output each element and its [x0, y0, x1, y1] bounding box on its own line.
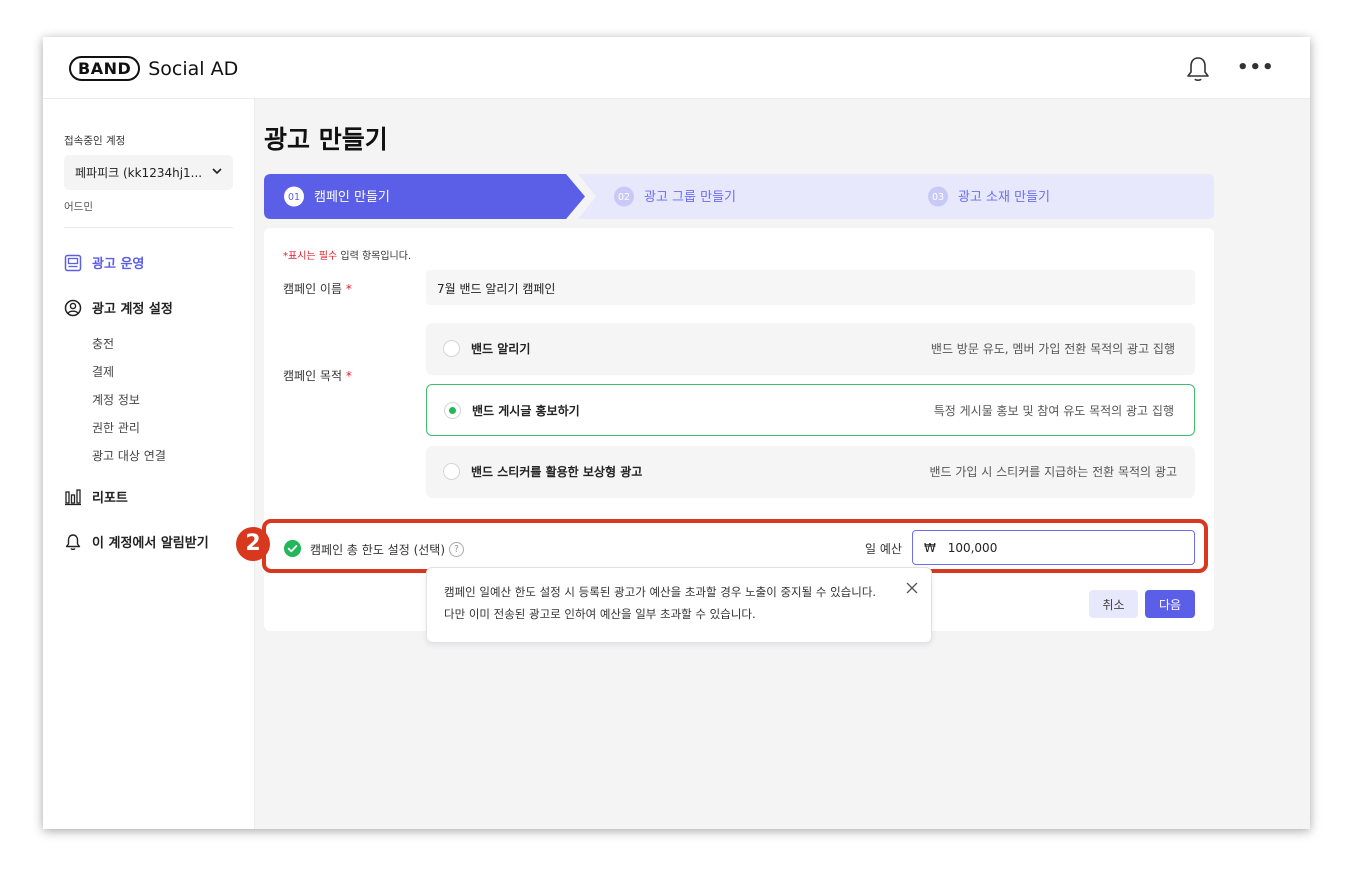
sidebar-subitem-payment[interactable]: 결제 — [92, 363, 114, 380]
notification-bell-icon[interactable] — [1185, 55, 1211, 83]
sidebar-item-notifications[interactable]: 이 계정에서 알림받기 — [64, 532, 209, 551]
sidebar-item-label: 리포트 — [92, 491, 128, 506]
campaign-objective-label: 캠페인 목적 * — [283, 367, 352, 384]
option-description: 특정 게시물 홍보 및 참여 유도 목적의 광고 집행 — [933, 404, 1174, 418]
option-title: 밴드 스티커를 활용한 보상형 광고 — [471, 465, 643, 479]
chevron-down-icon — [212, 168, 222, 175]
page-title: 광고 만들기 — [264, 125, 388, 154]
campaign-name-input[interactable]: 7월 밴드 알리기 캠페인 — [426, 270, 1195, 305]
option-title: 밴드 게시글 홍보하기 — [472, 404, 580, 418]
bar-chart-icon — [65, 488, 81, 505]
close-icon[interactable] — [905, 581, 919, 595]
required-note-highlight: *표시는 필수 — [283, 251, 338, 262]
objective-option-post-promotion[interactable]: 밴드 게시글 홍보하기 특정 게시물 홍보 및 참여 유도 목적의 광고 집행 — [426, 384, 1195, 436]
sidebar-item-report[interactable]: 리포트 — [64, 487, 128, 506]
sidebar-item-account-settings[interactable]: 광고 계정 설정 — [64, 298, 173, 317]
step-01-background — [264, 174, 585, 219]
sidebar-subitem-ad-target[interactable]: 광고 대상 연결 — [92, 447, 166, 464]
sidebar-item-label: 이 계정에서 알림받기 — [92, 536, 209, 551]
sidebar-subitem-account-info[interactable]: 계정 정보 — [92, 391, 140, 408]
radio-button-selected[interactable] — [444, 402, 461, 419]
account-select[interactable]: 페파피크 (kk1234hj1... — [64, 155, 233, 190]
option-description: 밴드 방문 유도, 멤버 가입 전환 목적의 광고 집행 — [930, 342, 1175, 356]
sidebar: 접속중인 계정 페파피크 (kk1234hj1... 어드민 광고 운영 광고 … — [43, 99, 255, 829]
annotation-highlight-box — [262, 519, 1208, 573]
top-bar: BAND Social AD ••• — [43, 37, 1310, 99]
sidebar-subitem-permissions[interactable]: 권한 관리 — [92, 419, 140, 436]
required-note: *표시는 필수 입력 항목입니다. — [283, 247, 411, 262]
campaign-objective-label-text: 캠페인 목적 — [283, 369, 343, 383]
step-03-number: 03 — [932, 192, 944, 203]
option-description: 밴드 가입 시 스티커를 지급하는 전환 목적의 광고 — [929, 465, 1177, 479]
required-star: * — [345, 282, 352, 296]
campaign-name-label-text: 캠페인 이름 — [283, 282, 343, 296]
bell-icon — [65, 533, 81, 550]
sidebar-item-ad-operation[interactable]: 광고 운영 — [64, 253, 144, 272]
more-menu-icon[interactable]: ••• — [1237, 59, 1274, 77]
logo-band-mark: BAND — [69, 56, 141, 81]
sidebar-item-label: 광고 운영 — [92, 257, 145, 272]
sidebar-item-label: 광고 계정 설정 — [92, 302, 173, 317]
objective-option-band-awareness[interactable]: 밴드 알리기 밴드 방문 유도, 멤버 가입 전환 목적의 광고 집행 — [426, 323, 1195, 375]
tooltip-line-1: 캠페인 일예산 한도 설정 시 등록된 광고가 예산을 초과할 경우 노출이 중… — [444, 585, 877, 599]
logo-text: Social AD — [148, 57, 239, 80]
required-note-text: 입력 항목입니다. — [337, 251, 412, 262]
step-02-label: 광고 그룹 만들기 — [644, 190, 736, 205]
account-role: 어드민 — [64, 201, 93, 213]
cancel-button[interactable]: 취소 — [1089, 590, 1138, 618]
step-03-label: 광고 소재 만들기 — [958, 190, 1050, 205]
campaign-name-label: 캠페인 이름 * — [283, 280, 352, 297]
next-button[interactable]: 다음 — [1145, 590, 1195, 618]
sidebar-divider — [64, 227, 233, 228]
ad-board-icon — [64, 254, 82, 271]
user-circle-icon — [64, 299, 82, 316]
objective-option-sticker-reward[interactable]: 밴드 스티커를 활용한 보상형 광고 밴드 가입 시 스티커를 지급하는 전환 … — [426, 446, 1195, 498]
step-progress: 01 02 03 캠페인 만들기 광고 그룹 만들기 광고 소재 만들기 — [264, 174, 1214, 219]
required-star: * — [345, 369, 352, 383]
step-01-number: 01 — [288, 192, 300, 203]
step-01-label: 캠페인 만들기 — [314, 190, 390, 205]
annotation-number-badge: 2 — [236, 527, 270, 561]
account-value: 페파피크 (kk1234hj1... — [75, 166, 203, 180]
radio-button[interactable] — [443, 340, 460, 357]
step-02-number: 02 — [618, 192, 630, 203]
tooltip-line-2: 다만 이미 전송된 광고로 인하여 예산을 일부 초과할 수 있습니다. — [444, 607, 756, 621]
option-title: 밴드 알리기 — [471, 342, 531, 356]
band-social-ad-logo[interactable]: BAND Social AD — [69, 56, 238, 81]
campaign-name-value: 7월 밴드 알리기 캠페인 — [437, 282, 556, 296]
radio-button[interactable] — [443, 463, 460, 480]
account-label: 접속중인 계정 — [64, 135, 126, 147]
sidebar-subitem-charge[interactable]: 충전 — [92, 335, 114, 352]
budget-help-tooltip: 캠페인 일예산 한도 설정 시 등록된 광고가 예산을 초과할 경우 노출이 중… — [426, 567, 932, 643]
